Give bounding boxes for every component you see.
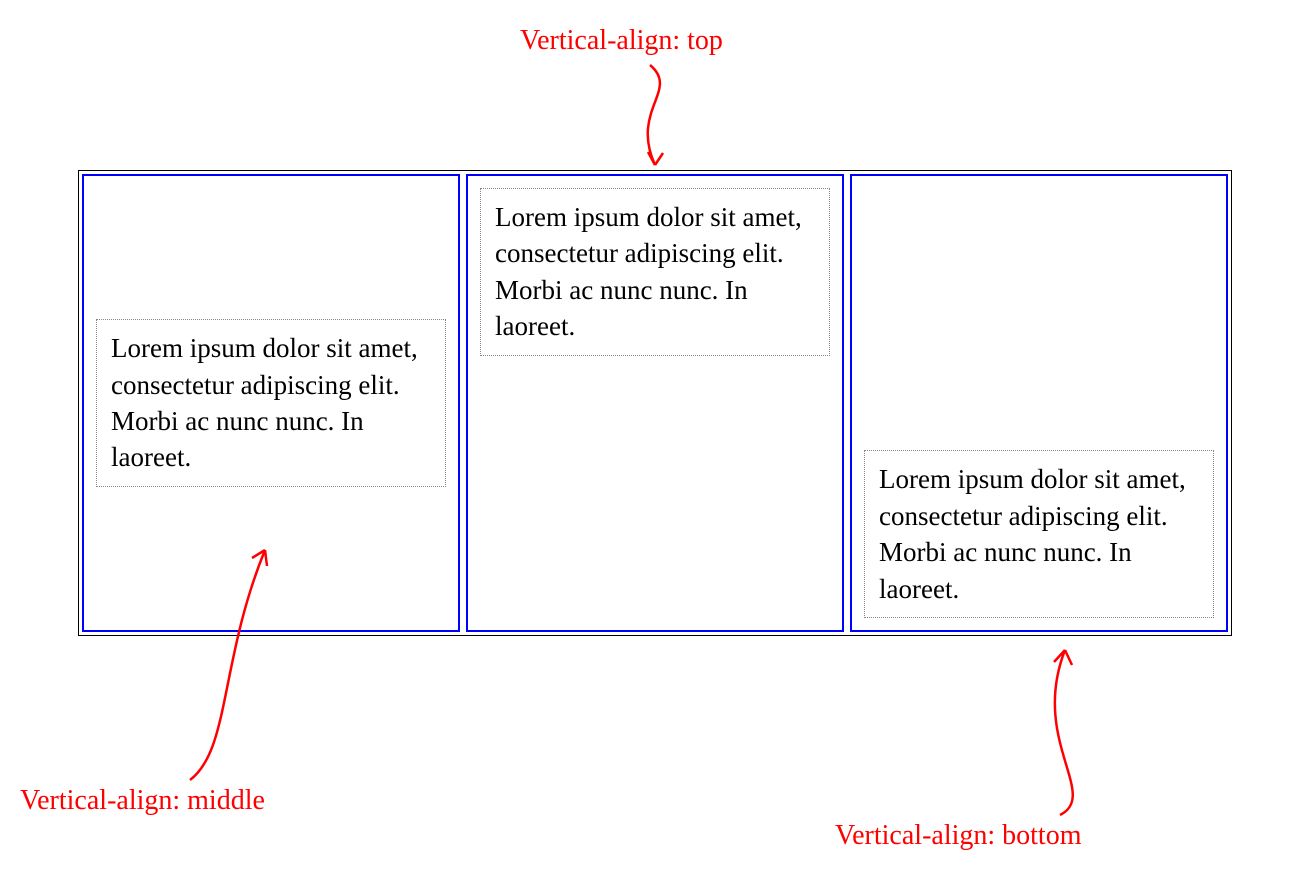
- arrow-bottom: [970, 640, 1130, 825]
- cell-middle: Lorem ipsum dolor sit amet, consectetur …: [82, 174, 460, 632]
- cell-top: Lorem ipsum dolor sit amet, consectetur …: [466, 174, 844, 632]
- content-box-middle: Lorem ipsum dolor sit amet, consectetur …: [96, 319, 446, 487]
- content-box-bottom: Lorem ipsum dolor sit amet, consectetur …: [864, 450, 1214, 618]
- content-box-top: Lorem ipsum dolor sit amet, consectetur …: [480, 188, 830, 356]
- arrow-top: [600, 60, 720, 180]
- cell-bottom: Lorem ipsum dolor sit amet, consectetur …: [850, 174, 1228, 632]
- diagram-canvas: Vertical-align: top Lorem ipsum dolor si…: [0, 0, 1309, 870]
- annotation-middle: Vertical-align: middle: [20, 785, 265, 817]
- annotation-bottom: Vertical-align: bottom: [835, 820, 1082, 852]
- table-container: Lorem ipsum dolor sit amet, consectetur …: [78, 170, 1232, 636]
- annotation-top: Vertical-align: top: [520, 25, 723, 57]
